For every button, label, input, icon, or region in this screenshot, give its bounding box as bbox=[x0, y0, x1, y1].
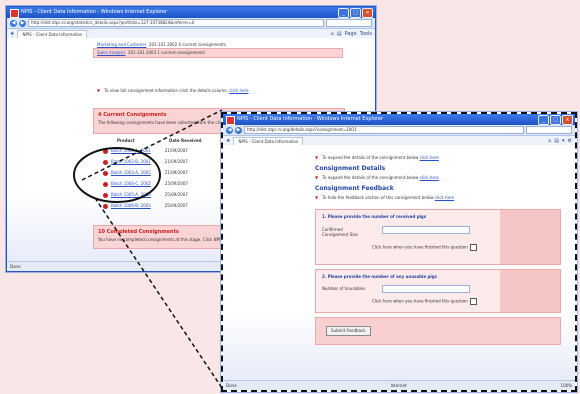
callout-overlay bbox=[73, 109, 223, 389]
connector-line-bottom bbox=[94, 197, 223, 389]
highlight-ellipse bbox=[73, 147, 161, 203]
connector-line-top bbox=[81, 109, 223, 181]
